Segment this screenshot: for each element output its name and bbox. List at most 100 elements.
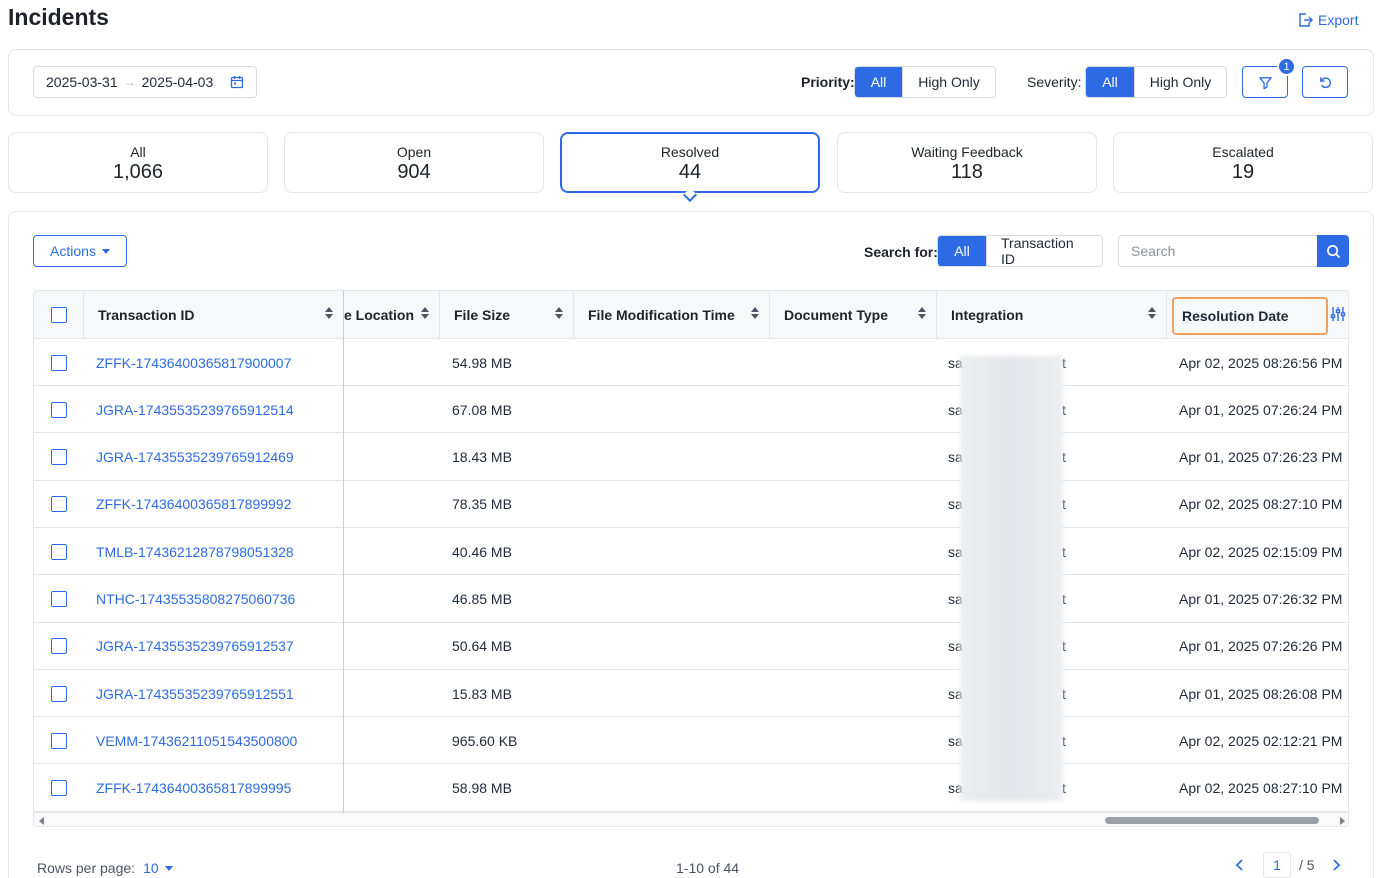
rows-per-page-value: 10 xyxy=(143,860,159,876)
file-size-cell: 46.85 MB xyxy=(452,591,512,607)
row-select-cell xyxy=(46,765,72,812)
table-row: TMLB-17436212878798051328 40.46 MB sa t Apr … xyxy=(34,528,1348,576)
transaction-id-link[interactable]: JGRA-17435535239765912551 xyxy=(96,670,294,717)
resolution-date-cell: Apr 02, 2025 08:27:10 PM xyxy=(1179,780,1343,797)
sort-icon[interactable] xyxy=(325,307,333,321)
actions-dropdown-button[interactable]: Actions xyxy=(33,235,127,267)
status-card-escalated[interactable]: Escalated 19 xyxy=(1113,132,1373,193)
select-all-checkbox[interactable] xyxy=(50,307,67,323)
reset-button[interactable] xyxy=(1302,66,1348,98)
row-checkbox[interactable] xyxy=(51,543,67,560)
incidents-table-panel: Actions Search for: All Transaction ID T… xyxy=(8,211,1374,878)
horizontal-scrollbar[interactable] xyxy=(34,812,1348,826)
status-card-all[interactable]: All 1,066 xyxy=(8,132,268,193)
actions-label: Actions xyxy=(50,243,96,259)
reset-icon xyxy=(1319,76,1331,88)
filter-count-badge: 1 xyxy=(1277,57,1296,76)
severity-high-only-option[interactable]: High Only xyxy=(1134,67,1226,97)
status-card-label: Escalated xyxy=(1212,144,1274,160)
search-input[interactable] xyxy=(1118,235,1318,267)
transaction-id-link[interactable]: ZFFK-17436400365817899992 xyxy=(96,481,291,528)
incidents-table: Transaction ID e Location File Size File… xyxy=(33,290,1349,827)
previous-page-button[interactable] xyxy=(1229,854,1251,876)
sort-icon[interactable] xyxy=(421,307,429,321)
sort-icon[interactable] xyxy=(555,307,563,321)
status-card-resolved[interactable]: Resolved 44 xyxy=(560,132,820,203)
column-header-transaction-id[interactable]: Transaction ID xyxy=(84,291,344,339)
sort-icon[interactable] xyxy=(918,307,926,321)
table-row: JGRA-17435535239765912514 67.08 MB sa t Apr … xyxy=(34,386,1348,434)
column-header-file-modification-time[interactable]: File Modification Time xyxy=(574,291,770,339)
column-header-label: Document Type xyxy=(784,307,888,323)
status-card-waiting-feedback[interactable]: Waiting Feedback 118 xyxy=(837,132,1097,193)
transaction-id-link[interactable]: VEMM-17436211051543500800 xyxy=(96,717,297,764)
status-card-count: 19 xyxy=(1231,161,1255,183)
column-header-resolution-date[interactable]: Resolution Date xyxy=(1172,297,1328,335)
search-button[interactable] xyxy=(1317,235,1349,267)
row-checkbox[interactable] xyxy=(51,401,67,418)
search-scope-transaction-id-option[interactable]: Transaction ID xyxy=(986,236,1102,266)
row-checkbox[interactable] xyxy=(51,780,67,797)
date-range-picker[interactable]: 2025-03-31 → 2025-04-03 xyxy=(33,66,257,98)
row-checkbox[interactable] xyxy=(51,496,67,513)
transaction-id-link[interactable]: NTHC-17435535808275060736 xyxy=(96,576,295,623)
next-page-button[interactable] xyxy=(1325,854,1347,876)
transaction-id-link[interactable]: ZFFK-17436400365817899995 xyxy=(96,765,291,812)
row-checkbox[interactable] xyxy=(51,591,67,607)
chevron-left-icon xyxy=(1235,859,1243,871)
row-select-cell xyxy=(46,623,72,670)
pagination-controls: 1 / 5 xyxy=(1229,852,1347,878)
file-size-cell: 15.83 MB xyxy=(452,685,512,702)
search-scope-all-option[interactable]: All xyxy=(938,236,986,266)
file-size-cell: 58.98 MB xyxy=(452,780,512,797)
row-checkbox[interactable] xyxy=(51,685,67,702)
date-start: 2025-03-31 xyxy=(46,74,118,90)
transaction-id-link[interactable]: TMLB-17436212878798051328 xyxy=(96,528,294,575)
sort-icon[interactable] xyxy=(1148,307,1156,321)
row-select-cell xyxy=(46,434,72,481)
caret-down-icon xyxy=(164,865,173,871)
pagination-range-text: 1-10 of 44 xyxy=(676,860,740,876)
transaction-id-link[interactable]: JGRA-17435535239765912514 xyxy=(96,386,294,433)
column-header-file-size[interactable]: File Size xyxy=(440,291,574,339)
scroll-left-arrow-icon[interactable] xyxy=(39,817,44,825)
resolution-date-cell: Apr 02, 2025 08:27:10 PM xyxy=(1179,496,1343,513)
column-header-document-type[interactable]: Document Type xyxy=(770,291,937,339)
severity-label: Severity: xyxy=(1027,74,1082,90)
scrollbar-thumb[interactable] xyxy=(1105,817,1319,824)
date-end: 2025-04-03 xyxy=(141,74,214,90)
column-header-location[interactable]: e Location xyxy=(344,291,440,339)
table-row: ZFFK-17436400365817899995 58.98 MB sa t Apr … xyxy=(34,765,1348,812)
row-select-cell xyxy=(46,481,72,528)
current-page-input[interactable]: 1 xyxy=(1263,852,1291,878)
rows-per-page-select[interactable]: 10 xyxy=(143,860,173,876)
frozen-column-divider xyxy=(343,291,344,813)
status-card-open[interactable]: Open 904 xyxy=(284,132,544,193)
filter-button[interactable]: 1 xyxy=(1242,57,1296,98)
row-checkbox[interactable] xyxy=(51,638,67,655)
row-checkbox[interactable] xyxy=(51,354,67,371)
priority-high-only-option[interactable]: High Only xyxy=(902,67,995,97)
severity-all-option[interactable]: All xyxy=(1086,67,1134,97)
export-label: Export xyxy=(1318,12,1359,28)
sort-icon[interactable] xyxy=(751,307,759,321)
row-checkbox[interactable] xyxy=(51,732,67,749)
priority-toggle: All High Only xyxy=(854,66,996,98)
transaction-id-link[interactable]: JGRA-17435535239765912469 xyxy=(96,434,294,481)
search-for-label: Search for: xyxy=(864,244,938,260)
table-row: ZFFK-17436400365817900007 54.98 MB sa t Apr … xyxy=(34,339,1348,386)
transaction-id-link[interactable]: ZFFK-17436400365817900007 xyxy=(96,339,291,386)
resolution-date-cell: Apr 01, 2025 07:26:32 PM xyxy=(1179,591,1343,607)
row-checkbox[interactable] xyxy=(51,449,67,466)
row-select-cell xyxy=(46,670,72,717)
file-size-cell: 18.43 MB xyxy=(452,449,512,466)
column-settings-icon[interactable] xyxy=(1330,306,1346,322)
transaction-id-link[interactable]: JGRA-17435535239765912537 xyxy=(96,623,294,670)
table-header: Transaction ID e Location File Size File… xyxy=(34,291,1348,339)
priority-all-option[interactable]: All xyxy=(855,67,902,97)
scroll-right-arrow-icon[interactable] xyxy=(1340,817,1345,825)
column-header-integration[interactable]: Integration xyxy=(937,291,1167,339)
status-card-count: 118 xyxy=(951,161,983,183)
status-card-count: 904 xyxy=(397,161,431,183)
export-button[interactable]: Export xyxy=(1297,12,1358,28)
